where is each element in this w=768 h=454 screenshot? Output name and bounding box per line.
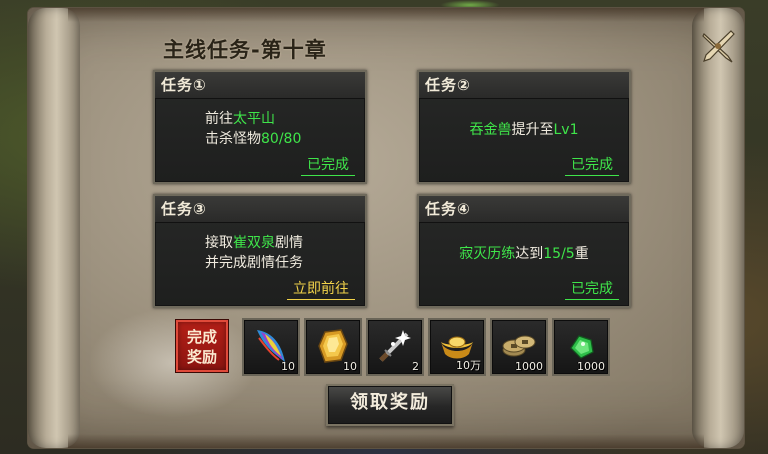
task-target: 吞金兽 <box>469 122 512 138</box>
task-text: 前往 <box>205 111 233 127</box>
task-panel-1: 任务① 前往太平山 击杀怪物80/80 已完成 <box>153 70 367 184</box>
reward-slot-3[interactable]: 2 <box>366 318 424 376</box>
reward-label: 完成奖励 <box>187 328 218 366</box>
reward-slot-4[interactable]: 10万 <box>428 318 486 376</box>
reward-quantity: 2 <box>412 360 419 373</box>
task-line: 并完成剧情任务 <box>205 253 365 273</box>
scroll-bottom-edge <box>68 434 704 448</box>
reward-quantity: 10 <box>281 360 295 373</box>
task-text: 并完成剧情任务 <box>205 255 303 271</box>
task-description: 接取崔双泉剧情 并完成剧情任务 <box>205 233 365 273</box>
task-target: 寂灭历练 <box>459 246 516 262</box>
task-location: 太平山 <box>233 111 275 127</box>
task-text: 达到 <box>515 246 544 262</box>
task-status-completed: 已完成 <box>301 154 355 176</box>
task-header: 任务④ <box>419 196 629 223</box>
scroll-top-edge <box>68 8 704 22</box>
task-level: Lv1 <box>553 122 579 138</box>
reward-quantity: 1000 <box>515 360 543 373</box>
task-panel-4: 任务④ 寂灭历练达到15/5重 已完成 <box>417 194 631 308</box>
reward-quantity: 10万 <box>456 359 481 372</box>
task-status-completed: 已完成 <box>565 278 619 300</box>
task-description: 吞金兽提升至Lv1 <box>419 120 629 140</box>
task-scroll-panel <box>28 8 744 448</box>
task-description: 寂灭历练达到15/5重 <box>419 244 629 264</box>
claim-reward-button[interactable]: 领取奖励 <box>326 384 454 426</box>
task-header: 任务② <box>419 72 629 99</box>
reward-slot-5[interactable]: 1000 <box>490 318 548 376</box>
reward-slot-1[interactable]: 10 <box>242 318 300 376</box>
reward-quantity: 1000 <box>577 360 605 373</box>
go-now-link[interactable]: 立即前往 <box>287 278 355 300</box>
reward-label-badge: 完成奖励 <box>176 320 228 372</box>
task-text: 剧情 <box>275 235 303 251</box>
task-panel-2: 任务② 吞金兽提升至Lv1 已完成 <box>417 70 631 184</box>
task-header: 任务③ <box>155 196 365 223</box>
task-text: 提升至 <box>511 122 554 138</box>
task-progress: 80/80 <box>261 131 302 147</box>
scroll-right-roll <box>692 8 744 448</box>
reward-quantity: 10 <box>343 360 357 373</box>
task-line: 接取崔双泉剧情 <box>205 233 365 253</box>
close-icon <box>702 30 735 63</box>
task-text: 接取 <box>205 235 233 251</box>
task-status-completed: 已完成 <box>565 154 619 176</box>
task-text: 重 <box>574 246 589 262</box>
reward-slot-2[interactable]: 10 <box>304 318 362 376</box>
task-progress: 15/5 <box>543 246 575 262</box>
window-title: 主线任务-第十章 <box>163 38 327 62</box>
sparkling-sword-icon <box>379 330 411 362</box>
scroll-left-roll <box>28 8 80 448</box>
task-text: 击杀怪物 <box>205 131 261 147</box>
task-line: 前往太平山 <box>205 109 365 129</box>
scroll-smudge <box>88 308 258 418</box>
reward-slot-6[interactable]: 1000 <box>552 318 610 376</box>
task-panel-3: 任务③ 接取崔双泉剧情 并完成剧情任务 立即前往 <box>153 194 367 308</box>
task-description: 前往太平山 击杀怪物80/80 <box>205 109 365 149</box>
task-line: 击杀怪物80/80 <box>205 129 365 149</box>
task-npc: 崔双泉 <box>233 235 275 251</box>
task-header: 任务① <box>155 72 365 99</box>
close-button[interactable] <box>698 26 738 66</box>
